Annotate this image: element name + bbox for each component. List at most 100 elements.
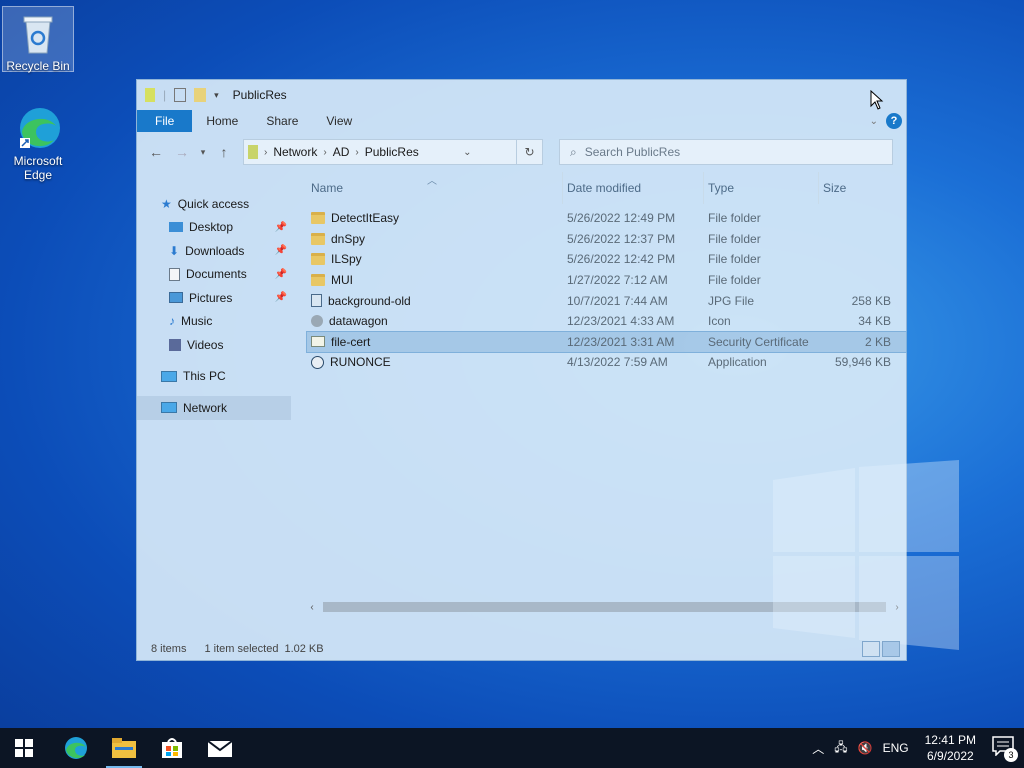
folder-icon	[311, 212, 325, 225]
file-name-cell[interactable]: datawagon	[307, 314, 563, 328]
file-name: file-cert	[331, 334, 371, 349]
taskbar-store-button[interactable]	[148, 728, 196, 768]
folder-icon	[311, 274, 325, 287]
breadcrumb-network[interactable]: Network	[273, 145, 317, 159]
folder-icon	[311, 253, 325, 266]
file-type: File folder	[708, 231, 761, 246]
file-name-cell[interactable]: background-old	[307, 294, 563, 308]
file-name: MUI	[331, 273, 353, 288]
sidebar-item-this-pc[interactable]: This PC	[137, 365, 291, 389]
sidebar-item-desktop[interactable]: Desktop 📌	[137, 216, 291, 240]
image-file-icon	[311, 294, 322, 308]
file-name-cell[interactable]: dnSpy	[307, 232, 563, 246]
file-name: dnSpy	[331, 231, 366, 246]
tab-share[interactable]: Share	[252, 110, 312, 132]
file-type: JPG File	[708, 293, 755, 308]
large-icons-view-icon[interactable]	[882, 641, 900, 657]
sidebar-item-label: Quick access	[177, 196, 250, 211]
file-date: 5/26/2022 12:49 PM	[567, 211, 676, 226]
file-name-cell[interactable]: DetectItEasy	[307, 211, 563, 225]
file-row[interactable]: RUNONCE 4/13/2022 7:59 AM Application 59,94…	[307, 352, 906, 373]
sidebar-item-pictures[interactable]: Pictures 📌	[137, 286, 291, 310]
forward-arrow-icon[interactable]: →	[171, 141, 193, 163]
tab-file[interactable]: File	[137, 110, 193, 132]
sidebar-item-network[interactable]: Network	[137, 396, 291, 420]
scroll-right-icon[interactable]: ›	[892, 602, 902, 613]
search-icon: ⌕	[570, 144, 577, 159]
new-folder-icon[interactable]	[194, 88, 207, 102]
recent-locations-chevron-icon[interactable]: ▾	[197, 141, 209, 163]
file-name-cell[interactable]: RUNONCE	[307, 355, 563, 369]
edge-icon	[65, 737, 87, 759]
clock[interactable]: 12:41 PM 6/9/2022	[919, 732, 982, 764]
properties-icon[interactable]	[174, 88, 187, 102]
taskbar-file-explorer-button[interactable]	[100, 728, 148, 768]
scrollbar-thumb[interactable]	[323, 602, 886, 612]
tab-view[interactable]: View	[312, 110, 366, 132]
file-name-cell[interactable]: MUI	[307, 273, 563, 287]
customize-toolbar-chevron-icon[interactable]: ▾	[214, 90, 219, 101]
taskbar-edge-button[interactable]	[52, 728, 100, 768]
start-button[interactable]	[0, 728, 48, 768]
column-size[interactable]: Size	[819, 172, 895, 204]
network-status-icon[interactable]: 🖧	[834, 738, 847, 759]
tab-home[interactable]: Home	[192, 110, 252, 132]
file-date: 12/23/2021 3:31 AM	[567, 334, 675, 349]
sidebar-item-music[interactable]: ♪ Music	[137, 310, 291, 334]
language-indicator[interactable]: ENG	[883, 741, 909, 755]
desktop-icon-edge[interactable]: Microsoft Edge	[2, 104, 74, 182]
computer-icon	[161, 370, 177, 382]
notification-center-button[interactable]: 3	[992, 736, 1018, 762]
sidebar-item-label: This PC	[183, 369, 226, 384]
scroll-left-icon[interactable]: ‹	[307, 602, 317, 613]
taskbar-mail-button[interactable]	[196, 728, 244, 768]
file-size: 59,946 KB	[834, 355, 891, 370]
file-name-cell[interactable]: file-cert	[307, 335, 563, 349]
videos-icon	[169, 338, 181, 351]
sidebar-item-videos[interactable]: Videos	[137, 333, 291, 357]
navigation-bar: ← → ▾ ↑ › Network › AD › PublicRes ⌄ ↻ ⌕	[137, 132, 906, 172]
sidebar-item-documents[interactable]: Documents 📌	[137, 263, 291, 287]
refresh-icon[interactable]: ↻	[515, 140, 542, 164]
sidebar-item-downloads[interactable]: ⬇ Downloads 📌	[137, 239, 291, 263]
column-date-modified[interactable]: Date modified	[563, 172, 704, 204]
sidebar-item-label: Videos	[187, 337, 224, 352]
show-hidden-icons-chevron-icon[interactable]: ︿	[812, 740, 824, 757]
taskbar: ︿ 🖧 🔇 ENG 12:41 PM 6/9/2022 3	[0, 728, 1024, 768]
breadcrumb-publicres[interactable]: PublicRes	[365, 145, 419, 159]
help-icon[interactable]: ?	[886, 113, 902, 129]
file-row[interactable]: MUI 1/27/2022 7:12 AM File folder	[307, 270, 906, 291]
details-view-icon[interactable]	[862, 641, 880, 657]
file-row[interactable]: ILSpy 5/26/2022 12:42 PM File folder	[307, 249, 906, 270]
file-row[interactable]: background-old 10/7/2021 7:44 AM JPG File 2…	[307, 290, 906, 311]
horizontal-scrollbar[interactable]: ‹ ›	[307, 600, 902, 614]
desktop-icon-label: Microsoft Edge	[13, 154, 63, 182]
file-row[interactable]: file-cert 12/23/2021 3:31 AM Security Cert…	[306, 330, 907, 354]
file-date: 5/26/2022 12:37 PM	[567, 231, 676, 246]
address-bar[interactable]: › Network › AD › PublicRes ⌄ ↻	[243, 139, 543, 165]
file-row[interactable]: datawagon 12/23/2021 4:33 AM Icon 34 KB	[307, 311, 906, 332]
up-arrow-icon[interactable]: ↑	[213, 141, 235, 163]
file-name-cell[interactable]: ILSpy	[307, 252, 563, 266]
desktop-icon-recycle-bin[interactable]: Recycle Bin	[2, 6, 74, 73]
back-arrow-icon[interactable]: ←	[145, 141, 167, 163]
system-tray: ︿ 🖧 🔇 ENG 12:41 PM 6/9/2022 3	[812, 728, 1024, 768]
star-icon: ★	[161, 196, 172, 211]
search-box[interactable]: ⌕	[559, 139, 893, 165]
file-row[interactable]: dnSpy 5/26/2022 12:37 PM File folder	[307, 229, 906, 250]
search-input[interactable]	[584, 145, 865, 159]
file-rows: DetectItEasy 5/26/2022 12:49 PM File folde…	[306, 204, 907, 373]
sidebar-item-quick-access[interactable]: ★ Quick access	[137, 192, 291, 216]
file-date: 12/23/2021 4:33 AM	[567, 314, 675, 329]
volume-muted-icon[interactable]: 🔇	[858, 741, 873, 755]
quick-access-toolbar-folder-icon[interactable]	[145, 88, 155, 102]
clock-date: 6/9/2022	[926, 749, 974, 763]
desktop-icon-label: Recycle Bin	[6, 59, 70, 73]
file-row[interactable]: DetectItEasy 5/26/2022 12:49 PM File folde…	[307, 208, 906, 229]
breadcrumb-ad[interactable]: AD	[333, 145, 350, 159]
expand-ribbon-chevron-icon[interactable]: ⌄	[870, 116, 878, 127]
column-type[interactable]: Type	[704, 172, 819, 204]
address-dropdown-chevron-icon[interactable]: ⌄	[463, 147, 471, 158]
certificate-icon	[311, 336, 325, 348]
file-name: DetectItEasy	[331, 211, 400, 226]
